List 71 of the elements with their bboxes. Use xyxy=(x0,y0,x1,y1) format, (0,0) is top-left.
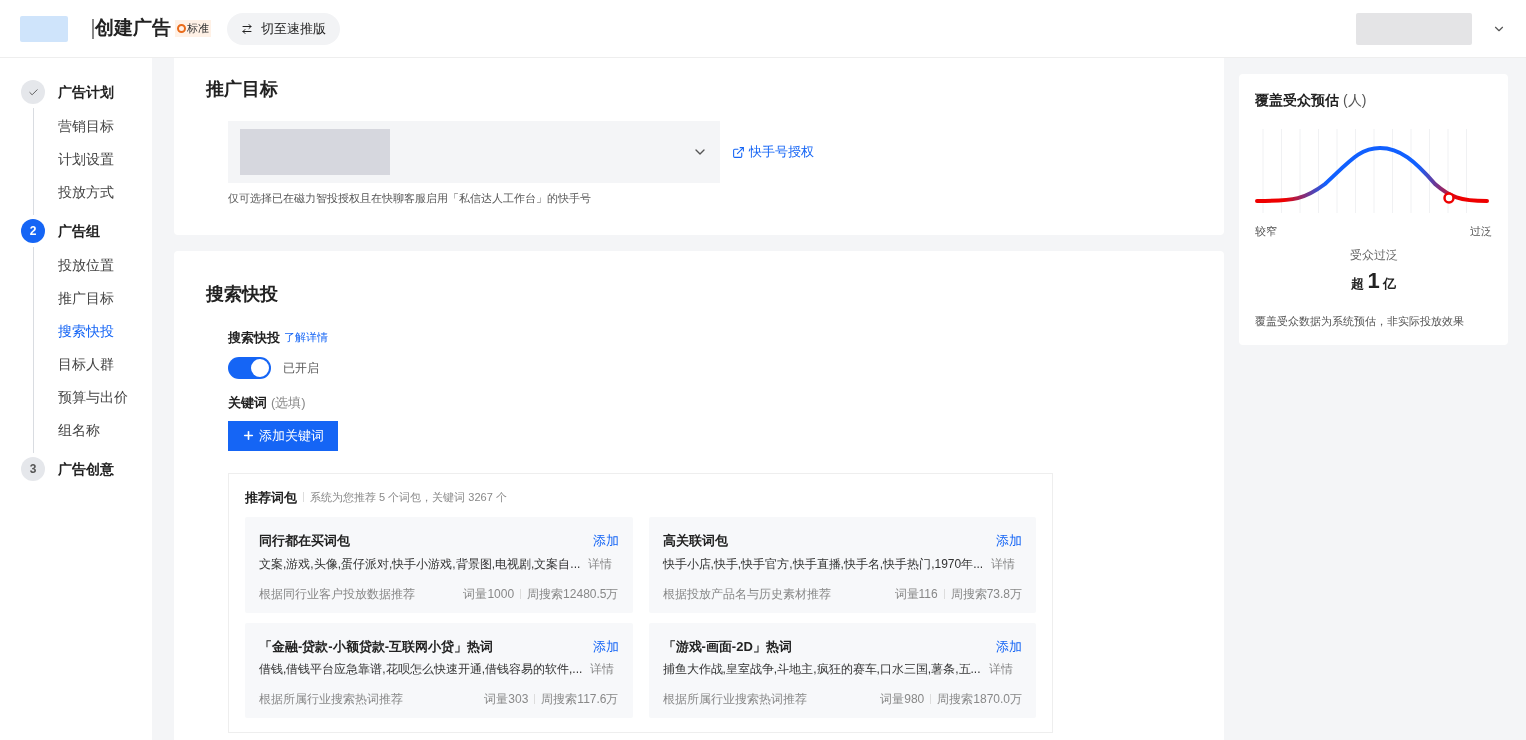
add-keyword-button[interactable]: 添加关键词 xyxy=(228,420,338,451)
add-link[interactable]: 添加 xyxy=(996,636,1022,656)
pack-source: 根据所属行业搜索热词推荐 xyxy=(662,691,807,708)
learn-more-link[interactable]: 了解详情 xyxy=(284,329,328,346)
step-nav-item[interactable]: 推广目标 xyxy=(58,282,128,315)
disclaimer-text: 覆盖受众数据为系统预估，非实际投放效果 xyxy=(1255,313,1465,329)
step-indicator: 3 xyxy=(21,457,45,481)
detail-link[interactable]: 详情 xyxy=(588,554,613,573)
axis-label: 过泛 xyxy=(1470,224,1492,239)
step-nav-item[interactable]: 搜索快投 xyxy=(58,315,128,348)
step-nav-item[interactable]: 组名称 xyxy=(58,414,128,447)
panel-title: 推荐词包 xyxy=(245,488,297,507)
axis-label: 较窄 xyxy=(1255,224,1277,239)
add-link[interactable]: 添加 xyxy=(996,531,1022,551)
external-link-icon xyxy=(732,145,745,159)
step-nav-item[interactable]: 投放方式 xyxy=(58,176,114,209)
pack-name: 「金融-贷款-小额贷款-互联网小贷」热词 xyxy=(259,637,493,656)
pack-keywords: 文案,游戏,头像,蛋仔派对,快手小游戏,背景图,电视剧,文案自... xyxy=(259,555,581,573)
weekly-searches: 周搜索117.6万 xyxy=(541,691,619,708)
pack-name: 「游戏-画面-2D」热词 xyxy=(662,637,792,656)
detail-link[interactable]: 详情 xyxy=(590,660,615,678)
step-nav-item[interactable]: 投放位置 xyxy=(58,249,128,282)
auth-link[interactable]: 快手号授权 xyxy=(732,142,814,162)
toggle-switch[interactable] xyxy=(228,357,271,379)
card-title: 覆盖受众预估 xyxy=(1255,91,1339,110)
add-link[interactable]: 添加 xyxy=(592,636,619,656)
pack-keywords: 捕鱼大作战,皇室战争,斗地主,疯狂的赛车,口水三国,薯条,五... xyxy=(662,661,981,678)
step-nav-item[interactable]: 营销目标 xyxy=(58,110,114,143)
pack-source: 根据所属行业搜索热词推荐 xyxy=(259,691,403,708)
step-title[interactable]: 广告创意 xyxy=(58,457,114,481)
switch-version-button[interactable]: 切至速推版 xyxy=(227,12,340,45)
edition-badge: 标准 xyxy=(175,20,211,37)
step-title[interactable]: 广告计划 xyxy=(58,80,114,104)
pack-source: 根据同行业客户投放数据推荐 xyxy=(259,585,415,603)
pack-name: 高关联词包 xyxy=(662,532,728,550)
step-indicator: 2 xyxy=(21,219,45,243)
keyword-count: 词量1000 xyxy=(463,585,515,603)
weekly-searches: 周搜索1870.0万 xyxy=(937,691,1022,708)
panel-summary: 系统为您推荐 5 个词包，关键词 3267 个 xyxy=(310,490,507,505)
keyword-count: 词量116 xyxy=(894,585,938,603)
weekly-searches: 周搜索12480.5万 xyxy=(527,585,619,603)
pack-keywords: 快手小店,快手,快手官方,快手直播,快手名,快手热门,1970年... xyxy=(662,555,984,573)
check-icon xyxy=(27,86,39,98)
section-title: 推广目标 xyxy=(206,78,279,101)
step-title[interactable]: 广告组 xyxy=(58,219,128,243)
step-nav-item[interactable]: 计划设置 xyxy=(58,143,114,176)
detail-link[interactable]: 详情 xyxy=(991,554,1016,573)
field-label: 搜索快投 xyxy=(228,328,280,347)
plus-icon xyxy=(242,429,255,442)
step-nav-item[interactable]: 预算与出价 xyxy=(58,381,128,414)
verdict-text: 受众过泛 xyxy=(1349,246,1398,264)
detail-link[interactable]: 详情 xyxy=(988,660,1013,678)
section-title: 搜索快投 xyxy=(206,282,279,306)
keyword-count: 词量980 xyxy=(880,691,925,708)
unit-label: (人) xyxy=(1343,91,1367,110)
logo-placeholder xyxy=(20,15,68,42)
optional-note: (选填) xyxy=(271,394,306,412)
hint-text: 仅可选择已在磁力智投授权且在快聊客服启用「私信达人工作台」的快手号 xyxy=(227,191,592,206)
estimate-value: 超 1 亿 xyxy=(1351,266,1396,295)
weekly-searches: 周搜索73.8万 xyxy=(950,585,1022,603)
swap-icon xyxy=(241,22,253,35)
field-label: 关键词 xyxy=(228,394,267,412)
pack-source: 根据投放产品名与历史素材推荐 xyxy=(662,585,831,603)
step-nav-item[interactable]: 目标人群 xyxy=(58,348,128,381)
add-link[interactable]: 添加 xyxy=(592,531,619,551)
keyword-count: 词量303 xyxy=(484,691,529,708)
toggle-label: 已开启 xyxy=(283,360,319,377)
pack-keywords: 借钱,借钱平台应急靠谱,花呗怎么快速开通,借钱容易的软件,... xyxy=(259,661,583,678)
pack-name: 同行都在买词包 xyxy=(259,532,350,550)
page-title: 创建广告 xyxy=(95,16,171,41)
target-icon xyxy=(177,24,186,33)
